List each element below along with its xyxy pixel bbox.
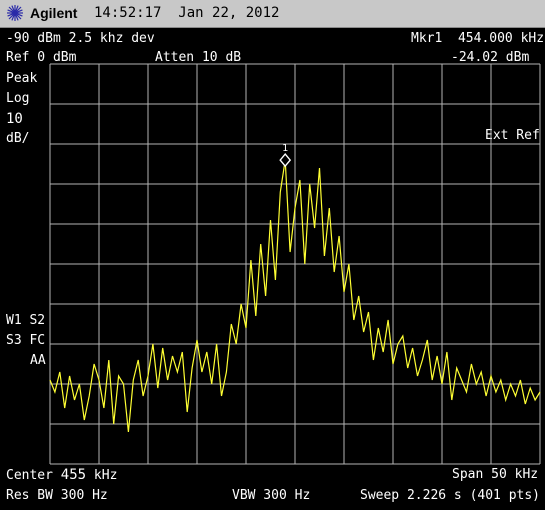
center-unit: kHz xyxy=(93,468,118,483)
analyzer-screen: Agilent 14:52:17 Jan 22, 2012 -90 dBm 2.… xyxy=(0,0,545,510)
spectrum-plot: 1 xyxy=(49,63,541,465)
span: Span 50 kHz xyxy=(452,467,539,482)
resolution-bandwidth: Res BW 300 Hz xyxy=(6,488,108,503)
video-bandwidth: VBW 300 Hz xyxy=(232,488,311,503)
center-label: Center xyxy=(6,468,53,483)
center-value: 455 xyxy=(60,467,87,483)
marker-number: 1 xyxy=(282,143,288,154)
marker-diamond xyxy=(279,152,292,168)
center-frequency: Center 455 kHz xyxy=(6,467,117,484)
sweep-time: Sweep 2.226 s (401 pts) xyxy=(360,488,541,503)
